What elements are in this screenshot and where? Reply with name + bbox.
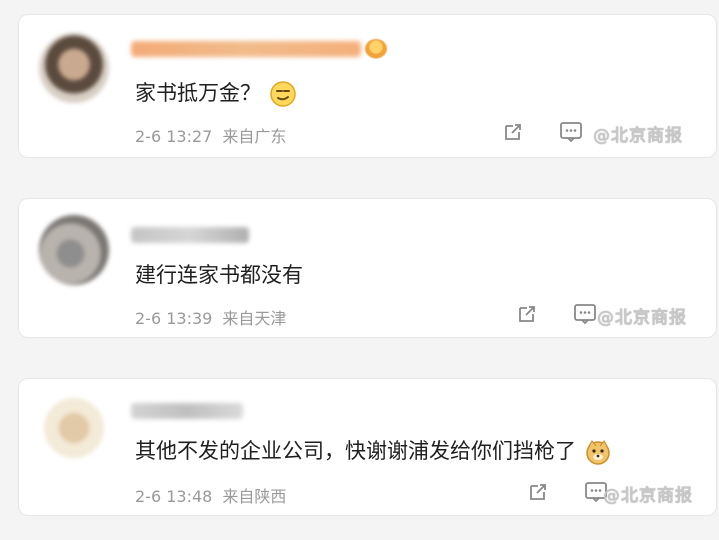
comment-text: 家书抵万金？ xyxy=(135,77,297,108)
comment-icon[interactable] xyxy=(573,303,597,325)
smirk-face-emoji-icon xyxy=(270,81,296,107)
avatar[interactable] xyxy=(39,393,109,463)
comment-location: 来自陕西 xyxy=(222,487,287,506)
watermark: @北京商报 xyxy=(603,486,693,506)
comment-meta: 2-6 13:39 来自天津 xyxy=(135,305,286,329)
avatar[interactable] xyxy=(39,33,109,103)
comment-meta: 2-6 13:27 来自广东 xyxy=(135,123,286,147)
comment-date: 2-6 13:39 xyxy=(135,309,213,328)
comment-icon[interactable] xyxy=(559,121,583,143)
nickname-blurred[interactable] xyxy=(131,227,249,243)
comment-card: 其他不发的企业公司，快谢谢浦发给你们挡枪了 2-6 13:48 来自陕西 @北京商… xyxy=(18,378,717,516)
comment-location: 来自广东 xyxy=(222,127,287,146)
comment-date: 2-6 13:27 xyxy=(135,127,213,146)
comment-card: 建行连家书都没有 2-6 13:39 来自天津 @北京商报 xyxy=(18,198,717,338)
comment-text: 其他不发的企业公司，快谢谢浦发给你们挡枪了 xyxy=(135,435,612,466)
nickname-blurred[interactable] xyxy=(131,403,243,419)
share-icon[interactable] xyxy=(502,121,524,143)
comment-location: 来自天津 xyxy=(222,309,287,328)
comment-card: 家书抵万金？ 2-6 13:27 来自广东 @北京商报 xyxy=(18,14,717,158)
comment-feed: 家书抵万金？ 2-6 13:27 来自广东 @北京商报 建行连家书都没有 2-6 … xyxy=(0,0,719,540)
comment-date: 2-6 13:48 xyxy=(135,487,213,506)
watermark: @北京商报 xyxy=(597,308,687,328)
doge-emoji-icon xyxy=(586,439,610,465)
share-icon[interactable] xyxy=(516,303,538,325)
nickname-blurred[interactable] xyxy=(131,41,361,57)
share-icon[interactable] xyxy=(527,481,549,503)
avatar[interactable] xyxy=(39,215,109,285)
crown-badge-icon xyxy=(365,39,387,59)
comment-meta: 2-6 13:48 来自陕西 xyxy=(135,483,286,507)
comment-text: 建行连家书都没有 xyxy=(135,263,303,287)
watermark: @北京商报 xyxy=(593,126,683,146)
